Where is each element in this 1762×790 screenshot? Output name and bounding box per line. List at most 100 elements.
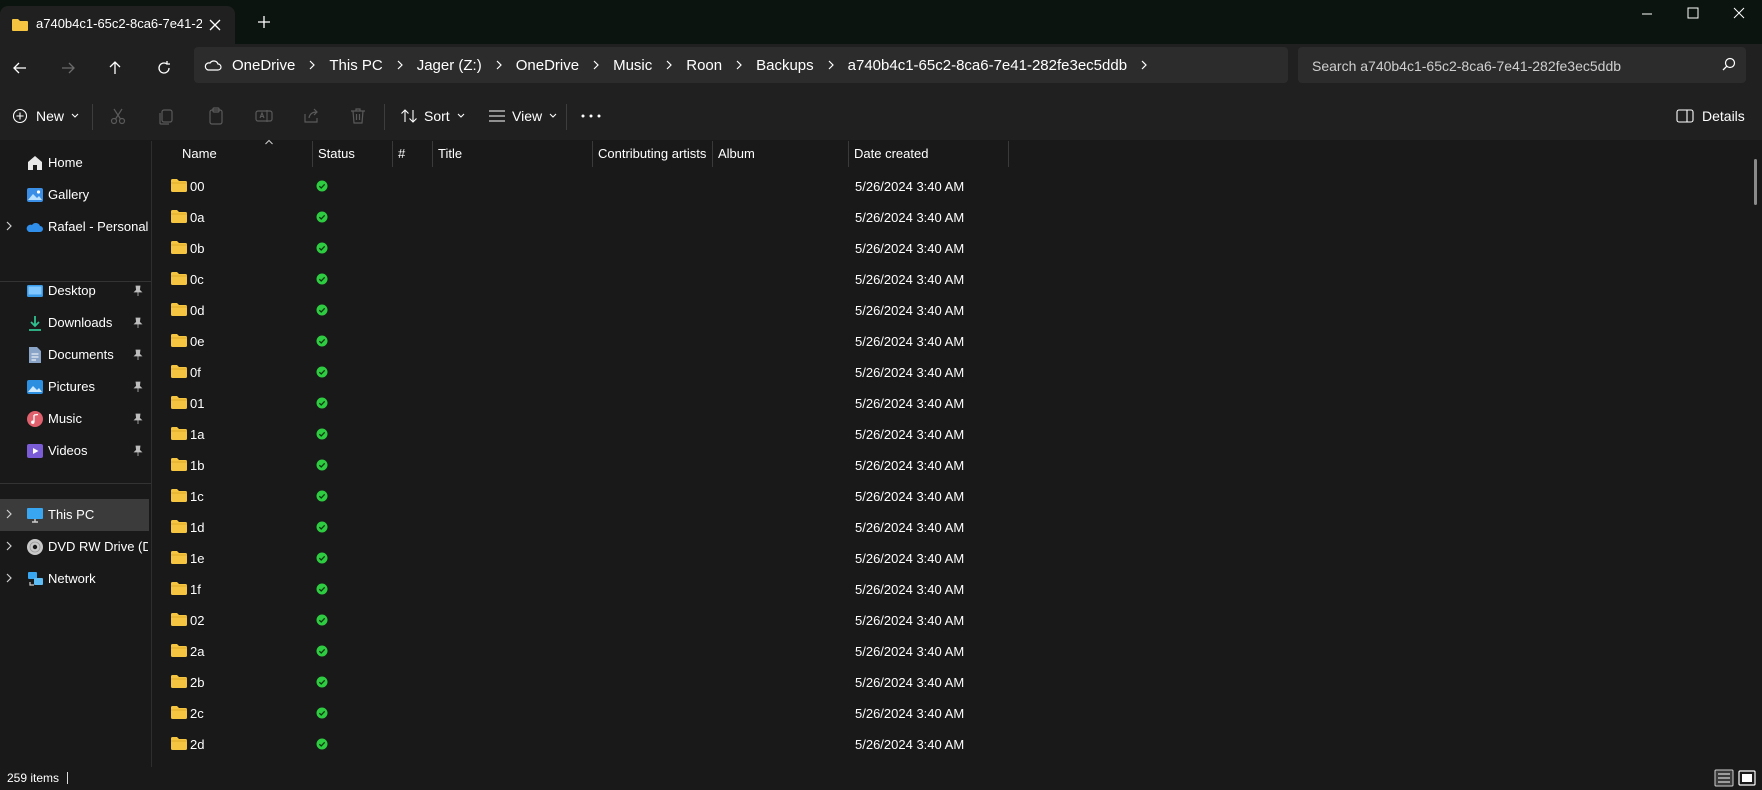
column-header-date-created[interactable]: Date created: [848, 141, 1008, 165]
synced-check-icon: [316, 397, 328, 409]
sidebar-item-desktop[interactable]: Desktop: [0, 275, 149, 307]
table-row[interactable]: 1e 5/26/2024 3:40 AM: [152, 543, 1742, 574]
table-row[interactable]: 0b 5/26/2024 3:40 AM: [152, 233, 1742, 264]
sidebar-item-videos[interactable]: Videos: [0, 435, 149, 467]
sidebar-item-dvd-drive[interactable]: DVD RW Drive (D:) Au: [0, 531, 149, 563]
new-tab-icon[interactable]: [254, 12, 274, 32]
table-row[interactable]: 1c 5/26/2024 3:40 AM: [152, 481, 1742, 512]
sidebar-item-network[interactable]: Network: [0, 563, 149, 595]
up-button[interactable]: [97, 51, 133, 85]
sidebar-item-documents[interactable]: Documents: [0, 339, 149, 371]
pin-icon[interactable]: [133, 381, 143, 393]
arrow-left-icon: [13, 62, 26, 74]
vertical-scrollbar[interactable]: [1754, 159, 1757, 205]
breadcrumb-item[interactable]: Jager (Z:): [413, 57, 486, 74]
close-tab-icon[interactable]: [205, 15, 225, 35]
folder-icon: [171, 365, 187, 378]
sidebar-item-this-pc[interactable]: This PC: [0, 499, 149, 531]
breadcrumb-item[interactable]: OneDrive: [228, 57, 299, 74]
pin-icon[interactable]: [133, 317, 143, 329]
refresh-button[interactable]: [146, 51, 182, 85]
address-bar[interactable]: OneDrive This PC Jager (Z:) OneDrive Mus…: [194, 47, 1288, 83]
breadcrumb-item[interactable]: Backups: [752, 57, 818, 74]
back-button[interactable]: [2, 51, 38, 85]
sidebar-item-music[interactable]: Music: [0, 403, 149, 435]
breadcrumb-item[interactable]: a740b4c1-65c2-8ca6-7e41-282fe3ec5ddb: [844, 57, 1131, 74]
details-button[interactable]: Details: [1676, 100, 1745, 132]
chevron-right-icon[interactable]: [583, 47, 609, 83]
search-box[interactable]: [1298, 47, 1746, 85]
view-button[interactable]: View: [488, 100, 558, 132]
chevron-right-icon[interactable]: [818, 47, 844, 83]
pin-icon[interactable]: [133, 445, 143, 457]
active-tab[interactable]: a740b4c1-65c2-8ca6-7e41-282fe3ec5ddb: [0, 6, 235, 44]
share-icon[interactable]: [300, 104, 324, 128]
forward-button[interactable]: [50, 51, 86, 85]
cut-icon[interactable]: [106, 104, 130, 128]
new-button[interactable]: New: [12, 100, 80, 132]
column-divider[interactable]: [1008, 141, 1009, 167]
pin-icon[interactable]: [133, 349, 143, 361]
close-window-icon[interactable]: [1716, 0, 1762, 30]
file-name: 1f: [190, 582, 201, 597]
chevron-right-icon[interactable]: [726, 47, 752, 83]
pin-icon[interactable]: [133, 413, 143, 425]
chevron-right-icon[interactable]: [5, 541, 13, 551]
chevron-right-icon[interactable]: [5, 221, 13, 231]
table-row[interactable]: 1f 5/26/2024 3:40 AM: [152, 574, 1742, 605]
table-row[interactable]: 02 5/26/2024 3:40 AM: [152, 605, 1742, 636]
table-row[interactable]: 0e 5/26/2024 3:40 AM: [152, 326, 1742, 357]
column-header-status[interactable]: Status: [312, 141, 392, 165]
delete-icon[interactable]: [346, 104, 370, 128]
breadcrumb-item[interactable]: This PC: [325, 57, 386, 74]
chevron-right-icon[interactable]: [656, 47, 682, 83]
table-row[interactable]: 2a 5/26/2024 3:40 AM: [152, 636, 1742, 667]
table-row[interactable]: 0f 5/26/2024 3:40 AM: [152, 357, 1742, 388]
breadcrumb-item[interactable]: Roon: [682, 57, 726, 74]
chevron-right-icon[interactable]: [1131, 47, 1157, 83]
table-row[interactable]: 2d 5/26/2024 3:40 AM: [152, 729, 1742, 760]
table-row[interactable]: 0a 5/26/2024 3:40 AM: [152, 202, 1742, 233]
column-header-name[interactable]: Name: [176, 139, 306, 165]
chevron-right-icon[interactable]: [299, 47, 325, 83]
large-icons-view-icon[interactable]: [1737, 769, 1757, 787]
table-row[interactable]: 00 5/26/2024 3:40 AM: [152, 171, 1742, 202]
table-row[interactable]: 1d 5/26/2024 3:40 AM: [152, 512, 1742, 543]
sidebar-item-onedrive-personal[interactable]: Rafael - Personal: [0, 211, 149, 243]
column-header-contributing-artists[interactable]: Contributing artists: [592, 141, 712, 165]
rename-icon[interactable]: [252, 104, 276, 128]
column-header-number[interactable]: #: [392, 141, 432, 165]
sidebar-item-downloads[interactable]: Downloads: [0, 307, 149, 339]
table-row[interactable]: 1b 5/26/2024 3:40 AM: [152, 450, 1742, 481]
chevron-right-icon[interactable]: [486, 47, 512, 83]
paste-icon[interactable]: [204, 104, 228, 128]
copy-icon[interactable]: [154, 104, 178, 128]
chevron-right-icon[interactable]: [387, 47, 413, 83]
more-options-button[interactable]: [580, 100, 602, 132]
table-row[interactable]: 0d 5/26/2024 3:40 AM: [152, 295, 1742, 326]
search-icon[interactable]: [1722, 57, 1736, 71]
minimize-icon[interactable]: [1624, 0, 1670, 30]
sidebar-item-pictures[interactable]: Pictures: [0, 371, 149, 403]
table-row[interactable]: 2b 5/26/2024 3:40 AM: [152, 667, 1742, 698]
table-row[interactable]: 1a 5/26/2024 3:40 AM: [152, 419, 1742, 450]
sort-button[interactable]: Sort: [400, 100, 466, 132]
chevron-right-icon[interactable]: [5, 509, 13, 519]
file-date-created: 5/26/2024 3:40 AM: [855, 489, 965, 504]
breadcrumb-item[interactable]: Music: [609, 57, 656, 74]
details-view-icon[interactable]: [1714, 769, 1734, 787]
maximize-icon[interactable]: [1670, 0, 1716, 30]
sidebar-item-home[interactable]: Home: [0, 147, 149, 179]
column-header-album[interactable]: Album: [712, 141, 848, 165]
breadcrumb-item[interactable]: OneDrive: [512, 57, 583, 74]
table-row[interactable]: 2c 5/26/2024 3:40 AM: [152, 698, 1742, 729]
sidebar-item-gallery[interactable]: Gallery: [0, 179, 149, 211]
pin-icon[interactable]: [133, 285, 143, 297]
column-header-title[interactable]: Title: [432, 141, 592, 165]
chevron-right-icon[interactable]: [5, 573, 13, 583]
table-row[interactable]: 0c 5/26/2024 3:40 AM: [152, 264, 1742, 295]
file-date-created: 5/26/2024 3:40 AM: [855, 644, 965, 659]
search-input[interactable]: [1310, 47, 1714, 85]
table-row[interactable]: 01 5/26/2024 3:40 AM: [152, 388, 1742, 419]
network-icon: [28, 572, 43, 586]
